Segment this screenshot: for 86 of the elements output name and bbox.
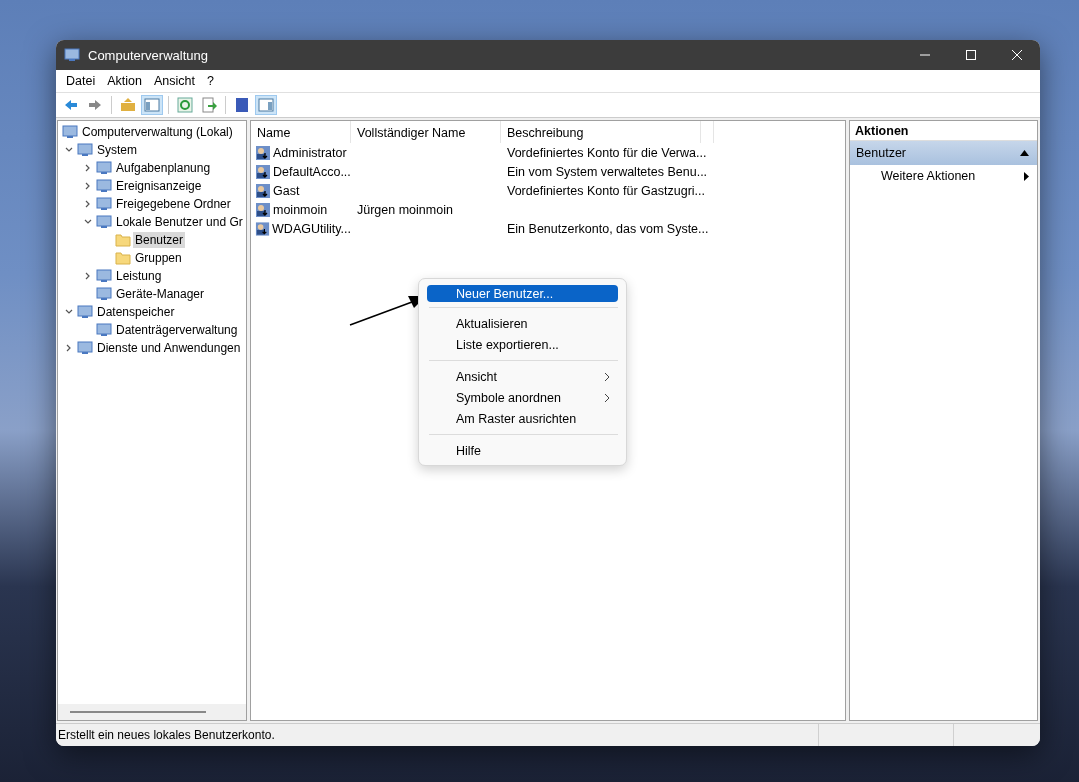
chevron-icon[interactable] [84,182,92,190]
menu-item[interactable]: Ansicht [147,72,201,90]
user-icon [255,163,271,180]
table-cell: moinmoin [273,202,328,217]
status-text: Erstellt ein neues lokales Benutzerkonto. [57,727,276,744]
tree-item[interactable]: Freigegebene Ordner [114,196,233,212]
table-cell: Jürgen moinmoin [357,202,453,217]
chevron-icon[interactable] [84,200,92,208]
node-icon [96,178,112,194]
forward-arrow-icon [87,97,103,113]
tree-item[interactable]: Leistung [114,268,164,284]
back-arrow-icon [63,97,79,113]
user-icon [255,144,271,161]
context-menu-item[interactable]: Aktualisieren [427,313,618,334]
export-icon [201,97,217,113]
table-cell: DefaultAcco... [273,164,351,179]
context-menu-item[interactable]: Liste exportieren... [427,334,618,355]
chevron-icon[interactable] [65,308,73,316]
tree-item[interactable]: Datenträgerverwaltung [114,322,240,338]
maximize-icon [966,50,976,60]
toolbar-button[interactable] [255,95,277,115]
node-icon [62,124,78,140]
table-cell: Administrator [273,145,347,160]
chevron-icon[interactable] [84,218,92,226]
context-menu-item[interactable]: Symbole anordnen [427,387,618,408]
tree-item[interactable]: Ereignisanzeige [114,178,204,194]
app-icon [64,47,80,63]
refresh-icon [177,97,193,113]
pane-icon [258,97,274,113]
folder-icon [115,250,131,266]
folder-icon [115,232,131,248]
node-icon [96,322,112,338]
chevron-icon[interactable] [65,146,73,154]
triangle-icon [1024,171,1029,181]
node-icon [96,268,112,284]
menu-item[interactable]: Datei [60,72,102,90]
node-icon [77,142,93,158]
tree-item[interactable]: Aufgabenplanung [114,160,213,176]
tree-item[interactable]: Benutzer [133,232,186,248]
node-icon [77,340,93,356]
user-icon [255,220,271,237]
action-item[interactable]: Weitere Aktionen [850,165,1037,187]
node-icon [96,160,112,176]
tree-item[interactable]: Gruppen [133,250,184,266]
chevron-icon [605,372,610,381]
node-icon [77,304,93,320]
close-icon [1012,50,1022,60]
pane-icon [144,97,160,113]
tree-item[interactable]: Lokale Benutzer und Gr [114,214,245,230]
tree-item[interactable]: Geräte-Manager [114,286,207,302]
table-cell: Ein Benutzerkonto, das vom Syste... [507,221,709,236]
context-menu-item[interactable]: Hilfe [427,440,618,461]
table-cell: Gast [273,183,300,198]
column-header[interactable]: Name [251,121,351,143]
chevron-icon[interactable] [65,344,73,352]
column-header[interactable]: Beschreibung [501,121,701,143]
folder-up-icon [120,97,136,113]
user-icon [255,182,271,199]
menu-item[interactable]: Aktion [101,72,148,90]
user-icon [255,201,271,218]
context-menu-item[interactable]: Neuer Benutzer... [427,285,618,302]
tree-item[interactable]: Datenspeicher [95,304,177,320]
node-icon [96,286,112,302]
chevron-icon[interactable] [84,272,92,280]
context-menu-item[interactable]: Am Raster ausrichten [427,408,618,429]
window-title: Computerverwaltung [88,47,209,63]
table-cell: Vordefiniertes Konto für Gastzugri... [507,183,706,198]
scrollbar-thumb[interactable] [70,711,206,713]
tree-item[interactable]: Dienste und Anwendungen [95,340,243,356]
horizontal-scrollbar[interactable] [58,704,246,720]
actions-section[interactable]: Benutzer [850,141,1037,165]
column-header[interactable]: Vollständiger Name [351,121,501,143]
node-icon [96,196,112,212]
table-cell: WDAGUtility... [272,221,351,236]
node-icon [96,214,112,230]
menu-item[interactable]: ? [200,72,220,90]
tree-item[interactable]: Computerverwaltung (Lokal) [80,124,235,140]
chevron-icon[interactable] [84,164,92,172]
chevron-icon [605,393,610,402]
triangle-icon [1020,150,1029,156]
toolbar-button[interactable] [174,95,196,115]
context-menu-item[interactable]: Ansicht [427,366,618,387]
tree-item[interactable]: System [95,142,139,158]
toolbar-button[interactable] [141,95,163,115]
table-cell: Vordefiniertes Konto für die Verwa... [507,145,707,160]
table-cell: Ein vom System verwaltetes Benu... [507,164,708,179]
